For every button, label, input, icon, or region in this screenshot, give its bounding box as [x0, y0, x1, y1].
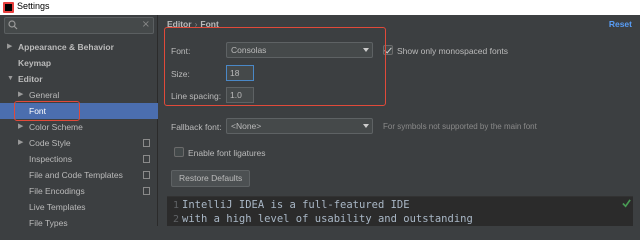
- expand-arrow-icon[interactable]: ▶: [18, 119, 23, 135]
- search-icon: [8, 20, 18, 30]
- project-level-icon: [143, 171, 150, 179]
- inspection-ok-icon: [622, 199, 631, 208]
- sidebar-item-file-code-templates[interactable]: File and Code Templates: [0, 167, 158, 183]
- settings-search[interactable]: ×: [4, 17, 154, 34]
- intellij-app-icon: [3, 2, 14, 13]
- window-title: Settings: [17, 1, 50, 11]
- font-ligatures-label[interactable]: Enable font ligatures: [188, 148, 266, 158]
- sidebar-item-code-style[interactable]: ▶ Code Style: [0, 135, 158, 151]
- sidebar-item-color-scheme[interactable]: ▶ Color Scheme: [0, 119, 158, 135]
- chevron-down-icon: [363, 48, 369, 52]
- show-monospace-checkbox[interactable]: [383, 45, 393, 55]
- sidebar-item-keymap[interactable]: Keymap: [0, 55, 158, 71]
- sidebar-item-general[interactable]: ▶ General: [0, 87, 158, 103]
- sidebar-item-inspections[interactable]: Inspections: [0, 151, 158, 167]
- expand-arrow-icon[interactable]: ▶: [18, 87, 23, 103]
- font-dropdown-value: Consolas: [231, 45, 267, 55]
- preview-line: 1 IntelliJ IDEA is a full-featured IDE: [167, 199, 410, 212]
- sidebar-item-editor[interactable]: ▼ Editor: [0, 71, 158, 87]
- fallback-font-label: Fallback font:: [171, 122, 222, 132]
- size-field[interactable]: 18: [226, 65, 254, 81]
- preview-line: 2 with a high level of usability and outs…: [167, 213, 473, 226]
- line-spacing-label: Line spacing:: [171, 91, 222, 101]
- title-bar: Settings: [0, 0, 640, 15]
- chevron-down-icon: [363, 124, 369, 128]
- project-level-icon: [143, 155, 150, 163]
- reset-link[interactable]: Reset: [609, 19, 632, 29]
- font-settings-panel: Editor › Font Reset Font: Consolas Show on…: [159, 15, 640, 226]
- font-label: Font:: [171, 46, 191, 56]
- project-level-icon: [143, 139, 150, 147]
- breadcrumb-editor: Editor: [167, 19, 192, 29]
- sidebar-item-live-templates[interactable]: Live Templates: [0, 199, 158, 215]
- preview-text: IntelliJ IDEA is a full-featured IDE: [182, 199, 410, 211]
- breadcrumb-font: Font: [200, 19, 219, 29]
- font-ligatures-checkbox[interactable]: [174, 147, 184, 157]
- size-label: Size:: [171, 69, 190, 79]
- collapse-arrow-icon[interactable]: ▼: [7, 71, 14, 87]
- fallback-font-hint: For symbols not supported by the main fo…: [383, 122, 537, 131]
- font-preview-editor[interactable]: 1 IntelliJ IDEA is a full-featured IDE 2w…: [167, 196, 633, 226]
- expand-arrow-icon[interactable]: ▶: [18, 135, 23, 151]
- sidebar-item-file-types[interactable]: File Types: [0, 215, 158, 231]
- clear-search-icon[interactable]: ×: [142, 19, 150, 31]
- expand-arrow-icon[interactable]: ▶: [7, 39, 12, 55]
- settings-sidebar: × ▶ Appearance & Behavior Keymap ▼ Edito…: [0, 15, 158, 228]
- sidebar-item-font[interactable]: Font: [0, 103, 158, 119]
- show-monospace-label[interactable]: Show only monospaced fonts: [397, 46, 508, 56]
- fallback-font-value: <None>: [231, 121, 262, 131]
- sidebar-item-file-encodings[interactable]: File Encodings: [0, 183, 158, 199]
- sidebar-item-appearance-behavior[interactable]: ▶ Appearance & Behavior: [0, 39, 158, 55]
- breadcrumb-separator: ›: [194, 19, 198, 29]
- project-level-icon: [143, 187, 150, 195]
- fallback-font-dropdown[interactable]: <None>: [226, 118, 373, 134]
- preview-text: with a high level of usability and outst…: [182, 213, 473, 225]
- font-dropdown[interactable]: Consolas: [226, 42, 373, 58]
- line-number: 1: [172, 200, 179, 211]
- restore-defaults-button[interactable]: Restore Defaults: [171, 170, 251, 187]
- line-number: 2: [172, 214, 179, 225]
- search-input[interactable]: [22, 19, 137, 32]
- breadcrumb: Editor › Font: [167, 19, 219, 29]
- line-spacing-field[interactable]: 1.0: [226, 87, 254, 103]
